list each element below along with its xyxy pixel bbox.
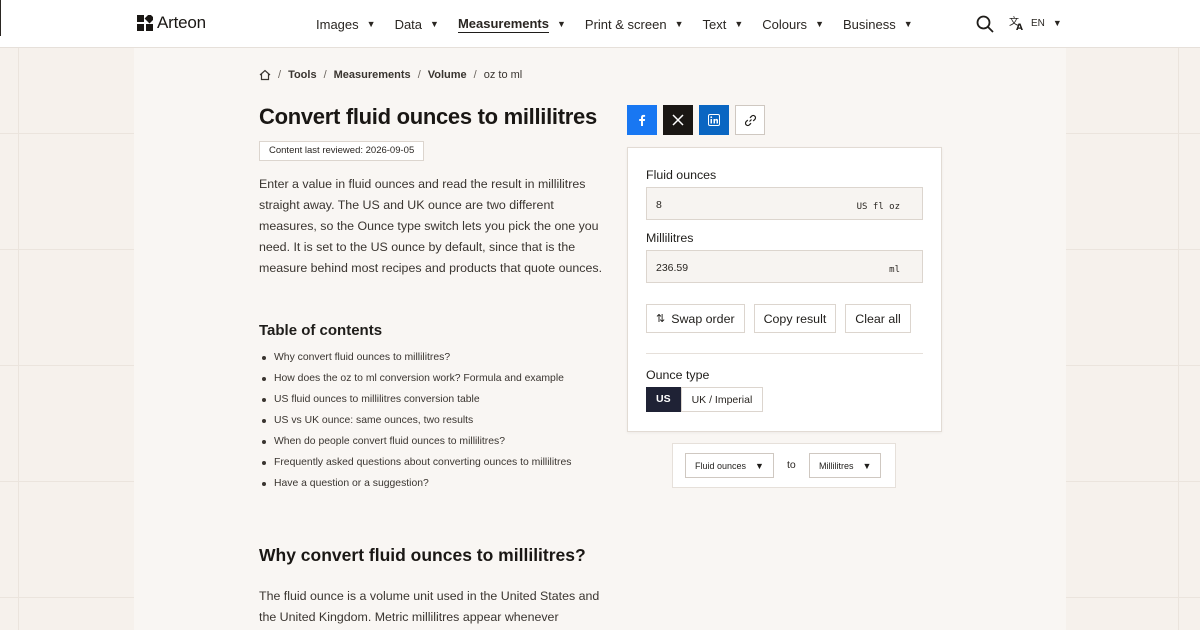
- window-edge: [0, 0, 1, 36]
- breadcrumb-separator: /: [323, 69, 327, 81]
- nav-item-text[interactable]: Text ▼: [703, 17, 744, 32]
- from-unit-select[interactable]: Fluid ounces ▼: [685, 453, 774, 478]
- page-title: Convert fluid ounces to millilitres: [259, 104, 597, 129]
- nav-label: Print & screen: [584, 16, 667, 32]
- nav-label: Data: [394, 16, 423, 32]
- to-word: to: [787, 459, 796, 471]
- nav-item-images[interactable]: Images ▼: [316, 17, 376, 32]
- intro-paragraph: Enter a value in fluid ounces and read t…: [259, 177, 603, 275]
- toc-item[interactable]: How does the oz to ml conversion work? F…: [260, 368, 571, 389]
- toc-item[interactable]: When do people convert fluid ounces to m…: [260, 431, 571, 452]
- nav-label: Images: [316, 16, 359, 32]
- language-selector[interactable]: 文 A EN ▼: [1009, 15, 1062, 31]
- nav-label: Business: [842, 16, 896, 32]
- ounce-type-label: Ounce type: [646, 368, 710, 382]
- section-paragraph: The fluid ounce is a volume unit used in…: [259, 589, 600, 624]
- to-field-label: Millilitres: [646, 231, 694, 245]
- share-buttons: [627, 105, 765, 135]
- input-unit: US fl oz: [856, 202, 900, 212]
- search-icon[interactable]: [976, 15, 994, 33]
- breadcrumb: / Tools / Measurements / Volume / oz to …: [259, 69, 522, 81]
- facebook-icon: [639, 114, 646, 126]
- divider: [646, 353, 923, 354]
- share-facebook-button[interactable]: [627, 105, 657, 135]
- share-linkedin-button[interactable]: [699, 105, 729, 135]
- clear-all-button[interactable]: Clear all: [845, 304, 911, 333]
- ounce-type-toggle: US UK / Imperial: [646, 387, 764, 412]
- to-unit-value: Millilitres: [819, 460, 854, 471]
- logo-mark-icon: [137, 15, 153, 31]
- ounce-type-uk[interactable]: UK / Imperial: [680, 387, 764, 412]
- share-x-button[interactable]: [663, 105, 693, 135]
- from-unit-value: Fluid ounces: [695, 460, 747, 471]
- translate-icon: 文 A: [1009, 15, 1023, 31]
- brand-logo[interactable]: Arteon: [137, 13, 206, 33]
- toc-item[interactable]: Why convert fluid ounces to millilitres?: [260, 347, 571, 368]
- main-nav: Images ▼ Data ▼ Measurements ▼ Print & scre…: [316, 0, 932, 48]
- chevron-down-icon: ▼: [674, 19, 684, 29]
- section-heading: Why convert fluid ounces to millilitres?: [259, 545, 586, 565]
- chevron-down-icon: ▼: [1052, 18, 1062, 28]
- review-date-badge: Content last reviewed: 2026-09-05: [259, 141, 425, 161]
- converter-card: Fluid ounces 8 US fl oz Millilitres 236.…: [627, 147, 942, 432]
- from-field-label: Fluid ounces: [646, 168, 717, 182]
- to-unit-select[interactable]: Millilitres ▼: [809, 453, 882, 478]
- copy-link-button[interactable]: [735, 105, 765, 135]
- chevron-down-icon: ▼: [862, 460, 872, 471]
- nav-label: Text: [702, 16, 727, 32]
- copy-result-button[interactable]: Copy result: [753, 304, 837, 333]
- breadcrumb-measurements[interactable]: Measurements: [334, 69, 411, 81]
- chevron-down-icon: ▼: [815, 19, 824, 29]
- linkedin-icon: [708, 114, 720, 126]
- breadcrumb-separator: /: [473, 69, 477, 81]
- breadcrumb-current: oz to ml: [483, 69, 523, 81]
- chevron-down-icon: ▼: [557, 19, 566, 29]
- nav-item-data[interactable]: Data ▼: [395, 17, 439, 32]
- output-unit: ml: [889, 265, 900, 275]
- chevron-down-icon: ▼: [903, 19, 913, 29]
- svg-text:A: A: [1016, 23, 1023, 31]
- nav-item-colours[interactable]: Colours ▼: [762, 17, 824, 32]
- fluid-ounces-input[interactable]: 8 US fl oz: [646, 187, 923, 220]
- toc-item[interactable]: Have a question or a suggestion?: [260, 473, 571, 494]
- toc-title: Table of contents: [259, 322, 383, 339]
- breadcrumb-separator: /: [278, 69, 282, 81]
- breadcrumb-tools[interactable]: Tools: [288, 69, 317, 81]
- chevron-down-icon: ▼: [366, 19, 376, 29]
- top-navigation-bar: Arteon Images ▼ Data ▼ Measurements ▼ Print…: [0, 0, 1200, 48]
- breadcrumb-separator: /: [417, 69, 421, 81]
- toc-list: Why convert fluid ounces to millilitres?…: [260, 347, 571, 494]
- language-code: EN: [1031, 17, 1045, 29]
- swap-icon: ⇅: [656, 313, 666, 325]
- millilitres-output[interactable]: 236.59 ml: [646, 250, 923, 283]
- chevron-down-icon: ▼: [755, 460, 764, 471]
- nav-item-business[interactable]: Business ▼: [843, 17, 913, 32]
- input-value: 8: [656, 199, 662, 211]
- ounce-type-us[interactable]: US: [646, 387, 681, 412]
- nav-item-print-screen[interactable]: Print & screen ▼: [585, 17, 684, 32]
- x-icon: [672, 114, 684, 126]
- toc-item[interactable]: US vs UK ounce: same ounces, two results: [260, 410, 571, 431]
- swap-label: Swap order: [671, 311, 735, 326]
- chevron-down-icon: ▼: [430, 19, 439, 29]
- swap-order-button[interactable]: ⇅ Swap order: [646, 304, 745, 333]
- unit-picker: Fluid ounces ▼ to Millilitres ▼: [672, 443, 896, 488]
- toc-item[interactable]: Frequently asked questions about convert…: [260, 452, 571, 473]
- chevron-down-icon: ▼: [734, 19, 744, 29]
- nav-label: Colours: [762, 16, 808, 32]
- nav-label: Measurements: [457, 15, 549, 33]
- toc-item[interactable]: US fluid ounces to millilitres conversio…: [260, 389, 571, 410]
- nav-item-measurements[interactable]: Measurements ▼: [457, 15, 566, 33]
- breadcrumb-volume[interactable]: Volume: [428, 69, 467, 81]
- brand-name: Arteon: [157, 13, 206, 32]
- link-icon: [744, 114, 756, 126]
- converter-actions: ⇅ Swap order Copy result Clear all: [646, 304, 920, 333]
- output-value: 236.59: [656, 262, 689, 274]
- home-icon[interactable]: [259, 69, 271, 81]
